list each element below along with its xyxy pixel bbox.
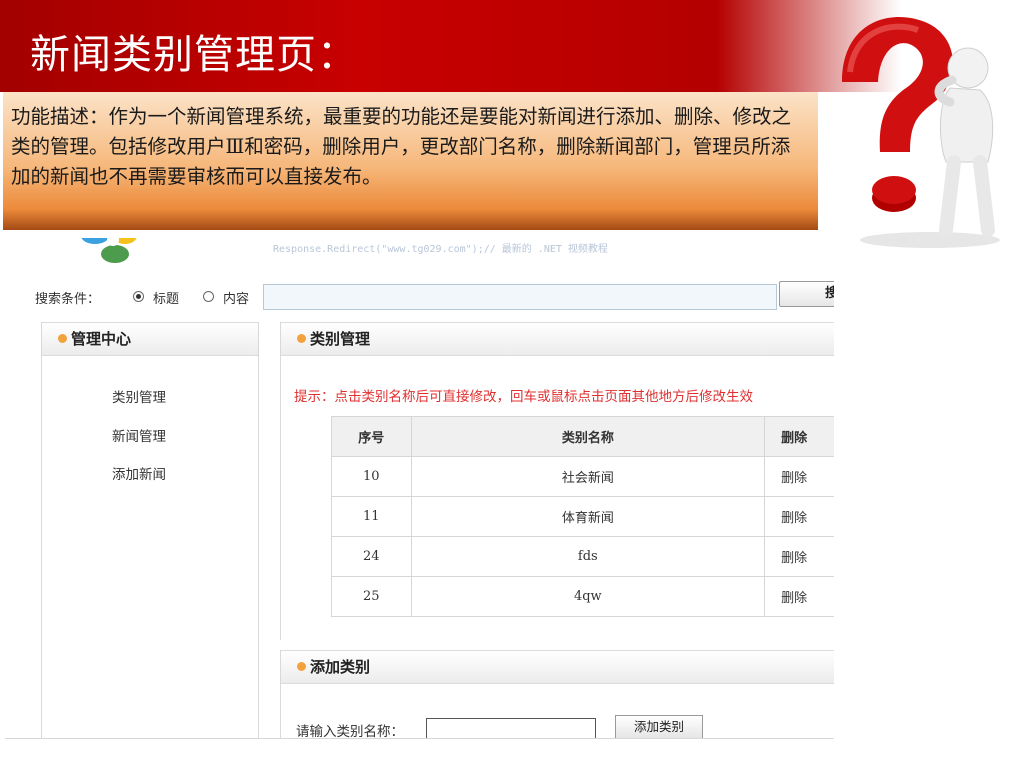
radio-content[interactable] — [203, 291, 214, 302]
sidebar-header: 管理中心 — [42, 322, 258, 356]
sidebar-item-news[interactable]: 新闻管理 — [112, 425, 166, 445]
add-category-header: 添加类别 — [281, 650, 834, 684]
add-category-title: 添加类别 — [310, 658, 371, 676]
category-title: 类别管理 — [310, 330, 371, 348]
row-id: 10 — [331, 456, 412, 497]
delete-link[interactable]: 删除 — [764, 536, 834, 577]
row-id: 24 — [331, 536, 412, 577]
description-text: 功能描述：作为一个新闻管理系统，最重要的功能还是要能对新闻进行添加、删除、修改之… — [11, 105, 792, 188]
category-table: 序号 类别名称 删除 10 社会新闻 删除 11 体育新闻 删除 24 fds … — [331, 416, 834, 617]
table-row: 25 4qw 删除 — [331, 576, 834, 617]
row-name[interactable]: 社会新闻 — [410, 456, 766, 497]
sidebar-title: 管理中心 — [71, 330, 132, 348]
bullet-icon — [58, 334, 67, 343]
question-mark-person-icon — [842, 17, 1000, 248]
col-name: 类别名称 — [410, 416, 766, 457]
search-bar: 搜索条件： 标题 内容 搜 — [35, 281, 834, 310]
add-category-button[interactable]: 添加类别 — [615, 715, 703, 738]
delete-link[interactable]: 删除 — [764, 576, 834, 617]
add-category-panel: 添加类别 请输入类别名称： 添加类别 — [280, 650, 834, 739]
description-box: 功能描述：作为一个新闻管理系统，最重要的功能还是要能对新闻进行添加、删除、修改之… — [3, 92, 818, 230]
category-panel: 类别管理 提示：点击类别名称后可直接修改，回车或鼠标点击页面其他地方后修改生效 … — [280, 322, 834, 640]
flower-logo-icon — [81, 238, 137, 263]
col-delete: 删除 — [764, 416, 834, 457]
bullet-icon — [297, 334, 306, 343]
delete-link[interactable]: 删除 — [764, 496, 834, 537]
bullet-icon — [297, 662, 306, 671]
add-category-label: 请输入类别名称： — [296, 724, 404, 739]
category-header: 类别管理 — [281, 322, 834, 356]
col-id: 序号 — [331, 416, 412, 457]
radio-content-label: 内容 — [223, 292, 250, 307]
delete-link[interactable]: 删除 — [764, 456, 834, 497]
sidebar-item-add-news[interactable]: 添加新闻 — [112, 463, 166, 483]
table-header-row: 序号 类别名称 删除 — [331, 416, 834, 457]
table-row: 24 fds 删除 — [331, 536, 834, 577]
table-row: 11 体育新闻 删除 — [331, 496, 834, 537]
row-id: 25 — [331, 576, 412, 617]
web-screenshot: Response.Redirect("www.tg029.com");// 最新… — [5, 238, 834, 739]
search-button-label: 搜 — [795, 286, 834, 301]
row-name[interactable]: fds — [410, 536, 766, 577]
sidebar-panel: 管理中心 类别管理 新闻管理 添加新闻 — [41, 322, 259, 738]
search-button[interactable]: 搜 — [779, 281, 834, 307]
site-tagline: Response.Redirect("www.tg029.com");// 最新… — [273, 244, 608, 255]
sidebar-item-category[interactable]: 类别管理 — [112, 386, 166, 406]
radio-title-label: 标题 — [153, 292, 180, 307]
row-id: 11 — [331, 496, 412, 537]
radio-title[interactable] — [133, 291, 144, 302]
edit-hint: 提示：点击类别名称后可直接修改，回车或鼠标点击页面其他地方后修改生效 — [294, 389, 753, 405]
row-name[interactable]: 4qw — [410, 576, 766, 617]
search-label: 搜索条件： — [35, 292, 101, 307]
row-name[interactable]: 体育新闻 — [410, 496, 766, 537]
category-name-input[interactable] — [426, 718, 596, 738]
table-row: 10 社会新闻 删除 — [331, 456, 834, 497]
slide-title: 新闻类别管理页： — [30, 32, 358, 78]
search-input[interactable] — [263, 284, 777, 310]
